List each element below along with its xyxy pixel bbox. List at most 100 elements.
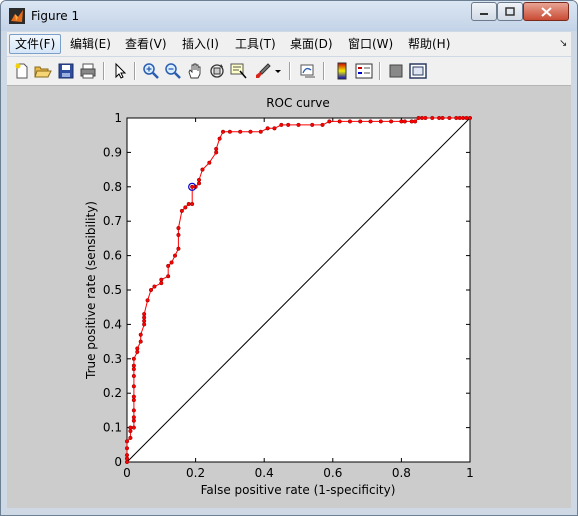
roc-data-point [265, 126, 270, 131]
roc-data-point [402, 119, 407, 124]
roc-data-point [142, 315, 147, 320]
y-tick-label: 1 [114, 111, 122, 125]
roc-data-point [419, 115, 425, 121]
roc-data-point [214, 146, 219, 152]
save-icon[interactable] [57, 62, 75, 80]
roc-data-point [220, 129, 226, 134]
zoom-out-icon[interactable] [164, 62, 182, 80]
roc-data-point [399, 119, 404, 124]
y-tick-label: 0.4 [103, 317, 122, 331]
rotate-3d-icon[interactable] [208, 62, 226, 80]
x-tick-label: 0 [123, 466, 131, 480]
roc-data-point [214, 150, 219, 155]
print-icon[interactable] [79, 62, 97, 80]
zoom-in-icon[interactable] [142, 62, 160, 80]
roc-data-point [320, 122, 325, 127]
y-tick-label: 0.5 [103, 283, 122, 297]
menu-help[interactable]: 帮助(H) [403, 35, 455, 53]
roc-data-point [378, 119, 383, 124]
roc-data-point [186, 201, 191, 207]
roc-data-point [183, 205, 188, 210]
menu-tools[interactable]: 工具(T) [230, 35, 281, 53]
roc-data-point [124, 453, 130, 458]
roc-data-point [227, 129, 232, 134]
hide-plot-tools-icon[interactable] [387, 62, 405, 80]
data-cursor-icon[interactable] [230, 62, 248, 80]
roc-data-point [142, 322, 147, 327]
menu-view[interactable]: 查看(V) [120, 35, 172, 53]
roc-data-point [128, 435, 133, 440]
y-tick-label: 0 [114, 455, 122, 469]
roc-data-point [131, 418, 136, 423]
menu-desktop[interactable]: 桌面(D) [285, 35, 338, 53]
x-tick-label: 0.2 [186, 466, 205, 480]
menu-file[interactable]: 文件(F) [9, 34, 62, 54]
x-tick-label: 0.4 [255, 466, 274, 480]
roc-data-point [159, 277, 164, 282]
roc-data-point [464, 115, 469, 121]
roc-data-point [258, 129, 263, 134]
roc-data-point [409, 119, 414, 124]
brush-icon[interactable] [254, 62, 272, 80]
matlab-logo-icon [9, 8, 25, 24]
new-figure-icon[interactable] [13, 62, 31, 80]
roc-data-point [296, 122, 301, 127]
toolbar-separator [134, 62, 136, 80]
pan-hand-icon[interactable] [186, 62, 204, 80]
toolbar-separator [323, 62, 325, 80]
roc-data-point [166, 263, 171, 268]
maximize-button[interactable] [497, 2, 523, 21]
roc-data-point [196, 181, 202, 186]
roc-data-point [135, 346, 140, 351]
roc-data-point [131, 415, 136, 420]
roc-data-point [368, 119, 373, 124]
roc-data-point [176, 232, 181, 238]
toolbar-separator [379, 62, 381, 80]
roc-data-point [454, 115, 459, 121]
menu-insert[interactable]: 插入(I) [177, 35, 224, 53]
menu-window[interactable]: 窗口(W) [343, 35, 398, 53]
show-plot-tools-icon[interactable] [409, 62, 427, 80]
y-tick-label: 0.1 [103, 421, 122, 435]
roc-data-point [413, 119, 418, 124]
roc-data-point [131, 373, 136, 379]
roc-data-point [467, 115, 473, 121]
roc-data-point [142, 312, 147, 317]
colorbar-icon[interactable] [333, 62, 351, 80]
roc-data-point [179, 208, 184, 213]
y-tick-label: 0.8 [103, 180, 122, 194]
x-axis-label: False positive rate (1-specificity) [201, 483, 396, 497]
legend-icon[interactable] [355, 62, 373, 80]
roc-data-point [423, 115, 428, 121]
link-plot-icon[interactable] [299, 62, 317, 80]
minimize-button[interactable] [471, 2, 497, 21]
roc-data-point [430, 115, 435, 121]
roc-data-point [440, 115, 445, 121]
roc-data-point [207, 160, 212, 165]
title-bar[interactable]: Figure 1 [1, 1, 577, 31]
toolbar-separator [103, 62, 105, 80]
roc-data-point [142, 318, 147, 324]
roc-data-point [389, 119, 394, 124]
menu-edit[interactable]: 编辑(E) [65, 35, 116, 53]
open-file-icon[interactable] [34, 62, 52, 80]
roc-data-point [437, 115, 442, 121]
roc-data-point [124, 456, 130, 461]
roc-data-point [172, 253, 178, 258]
edit-plot-arrow-icon[interactable] [111, 62, 129, 80]
roc-data-point [347, 119, 353, 124]
maximize-icon [505, 7, 515, 16]
menu-overflow-icon[interactable]: ↘ [559, 38, 567, 49]
roc-data-point [166, 274, 171, 279]
brush-dropdown-icon[interactable] [273, 62, 283, 80]
roc-data-point [131, 363, 136, 368]
roc-data-point [358, 119, 363, 124]
close-button[interactable] [523, 2, 569, 21]
roc-data-point [310, 122, 315, 127]
roc-data-point [124, 459, 130, 465]
y-tick-label: 0.9 [103, 145, 122, 159]
x-tick-label: 0.6 [323, 466, 342, 480]
roc-data-point [176, 226, 181, 231]
chart-title: ROC curve [266, 96, 330, 110]
roc-data-point [238, 129, 243, 134]
